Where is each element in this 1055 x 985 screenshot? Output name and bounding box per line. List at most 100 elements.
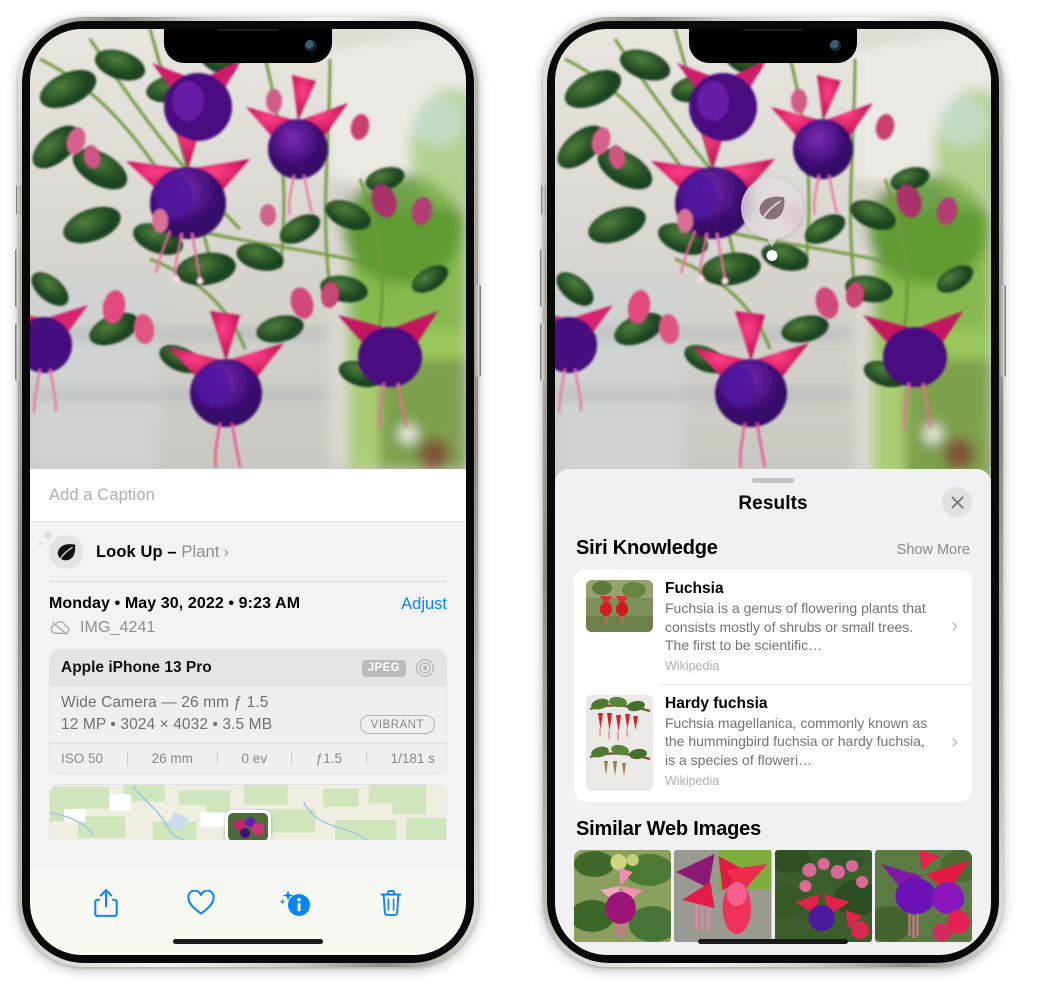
device-notch <box>689 29 857 63</box>
earpiece-speaker <box>742 29 804 31</box>
home-indicator[interactable] <box>698 939 848 944</box>
exif-divider <box>126 752 128 765</box>
volume-up-button[interactable] <box>540 249 546 307</box>
result-description: Fuchsia magellanica, commonly known as t… <box>665 714 928 769</box>
result-thumbnail <box>586 694 653 791</box>
camera-card-header: Apple iPhone 13 Pro JPEG <box>50 650 446 686</box>
favorite-button[interactable] <box>175 883 227 923</box>
look-up-label: Look Up – Plant › <box>96 542 229 562</box>
similar-web-images-header: Similar Web Images <box>555 802 991 850</box>
exif-iso: ISO 50 <box>61 751 104 766</box>
size-line: 12 MP • 3024 × 4032 • 3.5 MB <box>61 715 273 733</box>
trash-icon <box>380 890 401 916</box>
chevron-right-icon: › <box>951 731 958 754</box>
exif-row: ISO 50 26 mm 0 ev ƒ1.5 1/181 s <box>50 743 446 773</box>
badge-tail <box>765 235 779 247</box>
earpiece-speaker <box>217 29 279 31</box>
camera-info-card[interactable]: Apple iPhone 13 Pro JPEG Wide Camera — 2… <box>49 649 447 774</box>
format-badge: JPEG <box>361 659 406 677</box>
info-sparkle-icon <box>279 890 310 916</box>
leaf-glyph <box>57 544 76 561</box>
volume-down-button[interactable] <box>540 323 546 381</box>
similar-image-thumbnail[interactable] <box>774 849 872 942</box>
results-sheet: Results Siri Knowledge Show More Fuchsia… <box>555 469 991 955</box>
power-button[interactable] <box>1000 285 1006 377</box>
siri-knowledge-card: Fuchsia Fuchsia is a genus of flowering … <box>574 569 972 802</box>
date-row: Monday • May 30, 2022 • 9:23 AM Adjust <box>30 582 466 614</box>
visual-look-up-badge[interactable] <box>741 177 803 261</box>
exif-divider <box>216 752 218 765</box>
result-title: Hardy fuchsia <box>665 694 768 712</box>
aperture-icon <box>416 659 434 677</box>
cloud-slash-icon <box>50 621 70 636</box>
caption-row[interactable]: Add a Caption <box>30 469 466 522</box>
results-header: Results <box>555 483 991 529</box>
share-icon <box>93 889 118 917</box>
similar-web-images-title: Similar Web Images <box>576 817 761 840</box>
results-title: Results <box>738 493 808 514</box>
caption-input[interactable]: Add a Caption <box>49 486 447 505</box>
result-source: Wikipedia <box>665 658 720 673</box>
front-camera <box>830 40 841 51</box>
camera-card-body: Wide Camera — 26 mm ƒ 1.5 12 MP • 3024 ×… <box>50 686 446 743</box>
photo-canvas[interactable] <box>30 29 466 469</box>
leaf-icon <box>35 529 83 569</box>
power-button[interactable] <box>475 285 481 377</box>
info-button[interactable] <box>270 883 322 923</box>
left-phone-device: Add a Caption Look Up – Plant › Monday •… <box>15 17 481 967</box>
right-phone-screen: Results Siri Knowledge Show More Fuchsia… <box>555 29 991 955</box>
similar-image-thumbnail[interactable] <box>674 849 772 942</box>
front-camera <box>305 40 316 51</box>
result-thumbnail <box>586 580 653 632</box>
file-row: IMG_4241 <box>30 614 466 649</box>
close-button[interactable] <box>942 487 972 517</box>
close-icon <box>950 495 964 509</box>
exif-shutter: 1/181 s <box>390 751 435 766</box>
exif-focal: 26 mm <box>151 751 193 766</box>
leaf-icon <box>759 196 785 220</box>
adjust-button[interactable]: Adjust <box>401 595 447 614</box>
location-map[interactable] <box>49 784 447 840</box>
list-item[interactable]: Fuchsia Fuchsia is a genus of flowering … <box>574 569 972 684</box>
look-up-subject: Plant <box>181 543 220 561</box>
result-description: Fuchsia is a genus of flowering plants t… <box>665 600 926 654</box>
look-up-row[interactable]: Look Up – Plant › <box>30 522 466 582</box>
similar-images-grid <box>555 849 991 942</box>
right-phone-device: Results Siri Knowledge Show More Fuchsia… <box>540 17 1006 967</box>
list-item[interactable]: Hardy fuchsia Fuchsia magellanica, commo… <box>574 683 972 802</box>
similar-image-thumbnail[interactable] <box>574 849 672 942</box>
map-photo-pin[interactable] <box>225 810 271 840</box>
home-indicator[interactable] <box>173 939 323 944</box>
photographic-style-badge: VIBRANT <box>359 715 435 734</box>
lens-line: Wide Camera — 26 mm ƒ 1.5 <box>61 694 269 711</box>
exif-divider <box>290 752 292 765</box>
mute-switch[interactable] <box>541 185 546 215</box>
camera-model: Apple iPhone 13 Pro <box>61 659 212 676</box>
heart-icon <box>186 890 215 915</box>
map-pin-thumbnail <box>228 813 268 840</box>
volume-down-button[interactable] <box>15 323 21 381</box>
result-title: Fuchsia <box>665 580 724 597</box>
device-notch <box>164 29 332 63</box>
similar-image-thumbnail[interactable] <box>874 849 972 942</box>
delete-button[interactable] <box>365 883 417 923</box>
photo-date: Monday • May 30, 2022 • 9:23 AM <box>49 595 301 612</box>
file-name: IMG_4241 <box>80 619 156 636</box>
chevron-right-icon: › <box>951 614 958 637</box>
exif-aperture: ƒ1.5 <box>315 751 342 766</box>
screenshot-root: Add a Caption Look Up – Plant › Monday •… <box>0 0 1055 985</box>
chevron-right-icon: › <box>223 542 230 561</box>
left-phone-screen: Add a Caption Look Up – Plant › Monday •… <box>30 29 466 955</box>
show-more-button[interactable]: Show More <box>897 542 970 558</box>
exif-divider <box>365 752 367 765</box>
leaf-icon-puck <box>741 177 803 239</box>
share-button[interactable] <box>80 883 132 923</box>
siri-knowledge-title: Siri Knowledge <box>576 537 718 559</box>
siri-knowledge-header: Siri Knowledge Show More <box>555 529 991 569</box>
look-up-dash: – <box>162 543 182 561</box>
sparkle-small-icon <box>35 539 45 549</box>
exif-exposure: 0 ev <box>241 751 268 766</box>
badge-anchor-dot <box>766 250 778 261</box>
mute-switch[interactable] <box>16 185 21 215</box>
volume-up-button[interactable] <box>15 249 21 307</box>
